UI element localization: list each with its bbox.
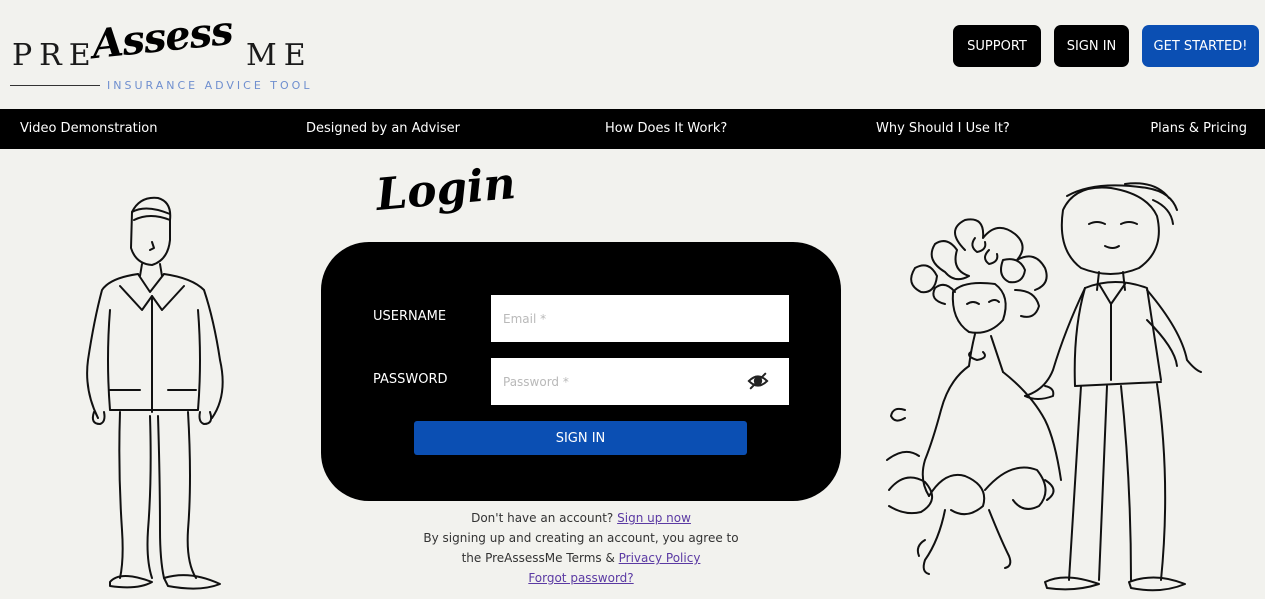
password-field-wrapper bbox=[491, 358, 789, 405]
username-label: USERNAME bbox=[373, 309, 447, 324]
login-heading: Login bbox=[374, 158, 518, 221]
email-input[interactable] bbox=[491, 295, 789, 342]
terms-text: the PreAssessMe Terms & bbox=[461, 551, 615, 565]
get-started-button[interactable]: GET STARTED! bbox=[1142, 25, 1259, 67]
login-card: USERNAME PASSWORD SIGN IN bbox=[321, 242, 841, 501]
header-sign-in-button[interactable]: SIGN IN bbox=[1054, 25, 1129, 67]
logo-divider bbox=[10, 85, 100, 86]
nav-item-video-demonstration[interactable]: Video Demonstration bbox=[20, 109, 158, 149]
logo-me-text: ME bbox=[246, 38, 313, 73]
support-button[interactable]: SUPPORT bbox=[953, 25, 1041, 67]
terms-line-2: the PreAssessMe Terms & Privacy Policy bbox=[391, 551, 771, 565]
forgot-password-link[interactable]: Forgot password? bbox=[528, 571, 633, 585]
main-nav: Video Demonstration Designed by an Advis… bbox=[0, 109, 1265, 149]
signup-prompt: Don't have an account? Sign up now bbox=[391, 511, 771, 525]
nav-item-how-does-it-work[interactable]: How Does It Work? bbox=[605, 109, 727, 149]
privacy-policy-link[interactable]: Privacy Policy bbox=[619, 551, 701, 565]
logo-pre-text: PRE bbox=[12, 38, 98, 73]
password-label: PASSWORD bbox=[373, 372, 448, 387]
sign-in-submit-button[interactable]: SIGN IN bbox=[414, 421, 747, 455]
nav-item-plans-pricing[interactable]: Plans & Pricing bbox=[1150, 109, 1247, 149]
couple-illustration bbox=[886, 182, 1202, 592]
man-illustration bbox=[86, 196, 224, 590]
site-header: PRE Assess ME INSURANCE ADVICE TOOL SUPP… bbox=[0, 0, 1265, 109]
nav-item-designed-by-adviser[interactable]: Designed by an Adviser bbox=[306, 109, 460, 149]
sign-up-link[interactable]: Sign up now bbox=[617, 511, 691, 525]
password-input[interactable] bbox=[491, 358, 789, 405]
no-account-text: Don't have an account? bbox=[471, 511, 614, 525]
nav-item-why-use-it[interactable]: Why Should I Use It? bbox=[876, 109, 1010, 149]
terms-line-1: By signing up and creating an account, y… bbox=[423, 531, 739, 545]
username-field-wrapper bbox=[491, 295, 789, 342]
eye-off-icon[interactable] bbox=[747, 371, 769, 391]
logo-tagline: INSURANCE ADVICE TOOL bbox=[107, 79, 313, 92]
forgot-password-row: Forgot password? bbox=[391, 571, 771, 585]
logo-assess-text: Assess bbox=[89, 6, 235, 69]
logo[interactable]: PRE Assess ME INSURANCE ADVICE TOOL bbox=[10, 6, 320, 98]
